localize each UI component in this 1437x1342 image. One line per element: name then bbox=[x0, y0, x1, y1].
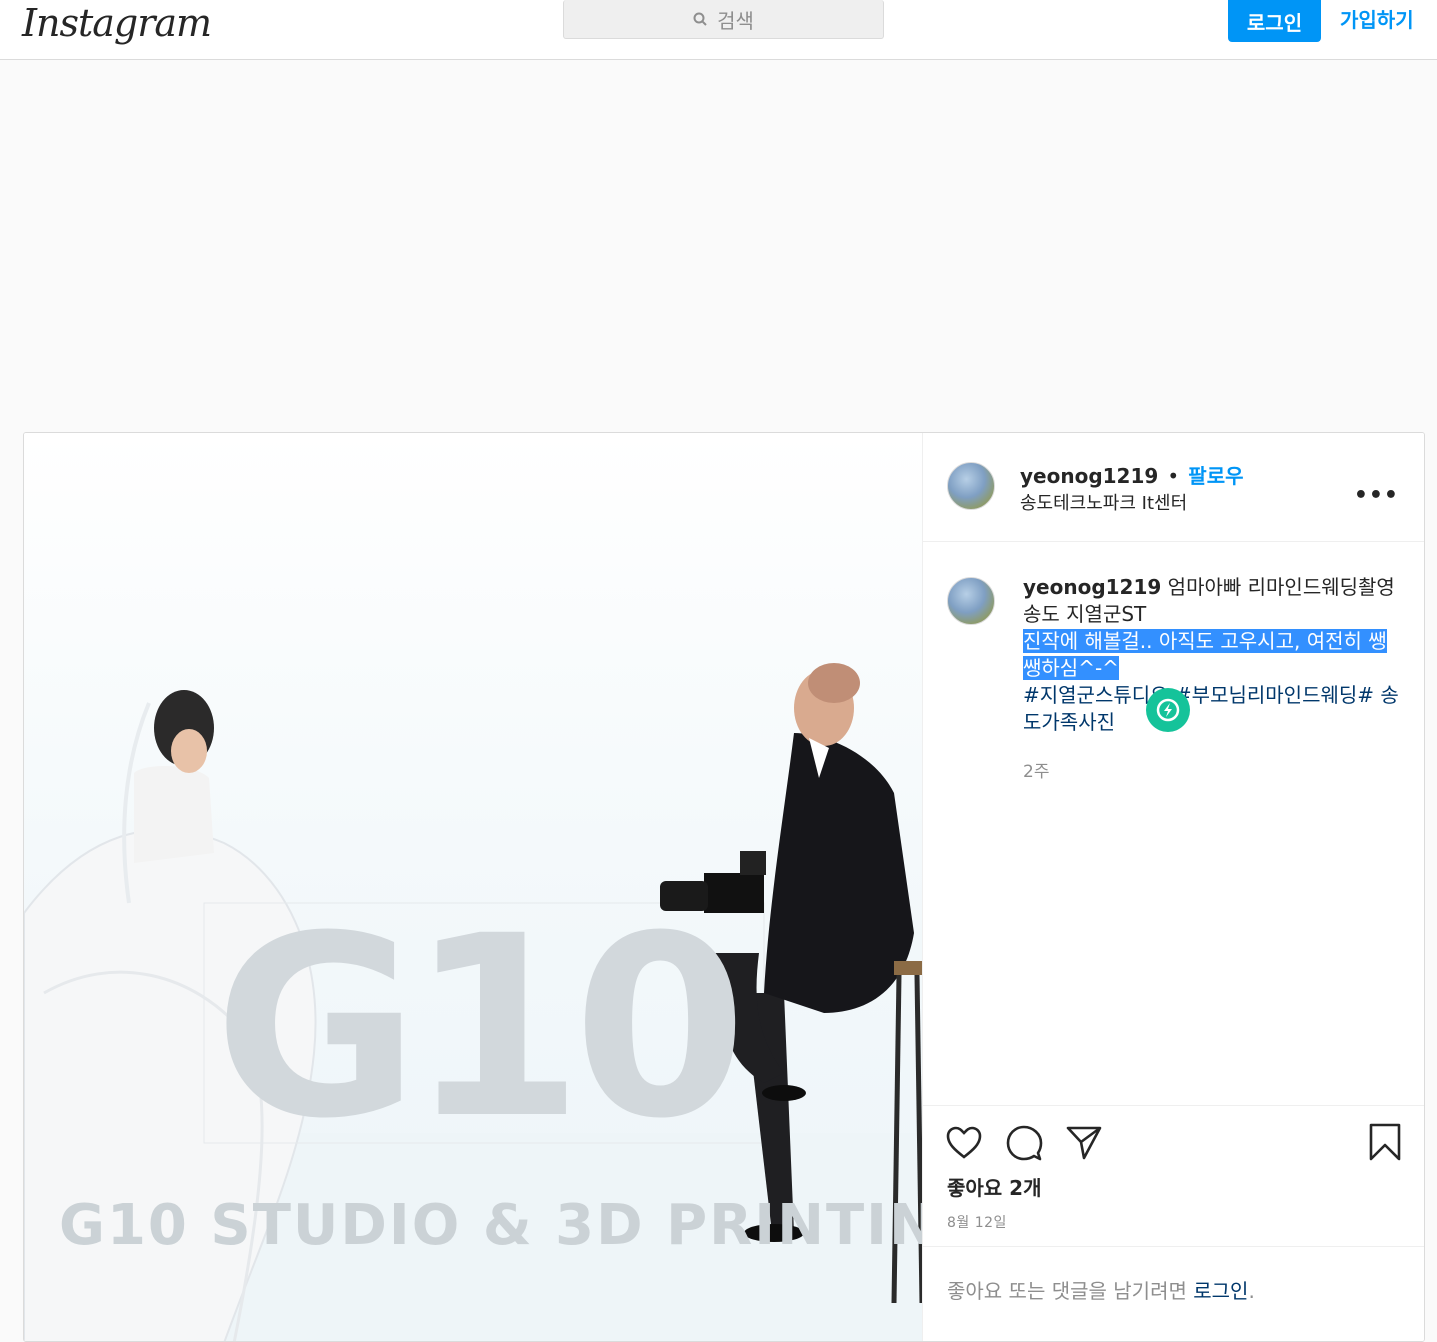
login-button[interactable]: 로그인 bbox=[1228, 0, 1321, 42]
comment-prompt-end: . bbox=[1248, 1279, 1255, 1303]
post-header: yeonog1219 • 팔로우 송도테크노파크 It센터 ••• bbox=[923, 433, 1424, 542]
share-icon[interactable] bbox=[1065, 1124, 1103, 1162]
post-sidebar: yeonog1219 • 팔로우 송도테크노파크 It센터 ••• yeonog… bbox=[922, 433, 1424, 1341]
action-bar: 좋아요 2개 8월 12일 bbox=[923, 1105, 1424, 1247]
username-link[interactable]: yeonog1219 bbox=[1020, 464, 1158, 488]
instagram-logo[interactable]: Instagram bbox=[22, 0, 212, 48]
heart-icon[interactable] bbox=[945, 1124, 983, 1162]
post-card: G10 G10 STUDIO & 3D PRINTING yeonog1219 … bbox=[23, 432, 1425, 1342]
signup-link[interactable]: 가입하기 bbox=[1340, 4, 1414, 36]
caption-hashtags[interactable]: #지열군스튜디오 #부모님리마인드웨딩# 송도가족사진 bbox=[1023, 683, 1399, 734]
caption: yeonog1219 엄마아빠 리마인드웨딩촬영 송도 지열군ST 진작에 해볼… bbox=[1023, 574, 1403, 736]
caption-avatar[interactable] bbox=[947, 577, 995, 625]
comment-prompt-label: 좋아요 또는 댓글을 남기려면 bbox=[947, 1279, 1187, 1303]
search-input[interactable]: 검색 bbox=[563, 0, 884, 39]
comment-icon[interactable] bbox=[1005, 1124, 1043, 1162]
post-date[interactable]: 8월 12일 bbox=[947, 1212, 1007, 1232]
caption-line2: 송도 지열군ST bbox=[1023, 602, 1147, 626]
likes-count[interactable]: 좋아요 2개 bbox=[947, 1172, 1041, 1201]
post-age[interactable]: 2주 bbox=[1023, 757, 1049, 782]
top-nav: Instagram 검색 로그인 가입하기 bbox=[0, 0, 1437, 60]
comment-prompt-text: 좋아요 또는 댓글을 남기려면 로그인. bbox=[947, 1275, 1255, 1304]
bookmark-icon[interactable] bbox=[1367, 1122, 1403, 1162]
avatar[interactable] bbox=[947, 462, 995, 510]
location-link[interactable]: 송도테크노파크 It센터 bbox=[1020, 489, 1187, 515]
caption-area: yeonog1219 엄마아빠 리마인드웨딩촬영 송도 지열군ST 진작에 해볼… bbox=[923, 542, 1424, 1105]
more-icon[interactable]: ••• bbox=[1354, 483, 1399, 508]
post-photo[interactable]: G10 G10 STUDIO & 3D PRINTING bbox=[24, 433, 922, 1341]
caption-highlighted-text: 진작에 해볼걸.. 아직도 고우시고, 여전히 쌩쌩하심^-^ bbox=[1023, 629, 1387, 680]
header-user-row: yeonog1219 • 팔로우 bbox=[1020, 460, 1244, 489]
comment-login-link[interactable]: 로그인 bbox=[1193, 1279, 1248, 1303]
search-placeholder: 검색 bbox=[717, 8, 754, 33]
grammar-check-icon[interactable] bbox=[1146, 688, 1190, 732]
caption-line1: 엄마아빠 리마인드웨딩촬영 bbox=[1167, 575, 1395, 599]
search-icon bbox=[693, 12, 707, 26]
caption-username[interactable]: yeonog1219 bbox=[1023, 575, 1161, 599]
separator-dot: • bbox=[1167, 464, 1180, 488]
watermark-logo: G10 bbox=[214, 882, 747, 1173]
watermark-text: G10 STUDIO & 3D PRINTING bbox=[59, 1193, 922, 1258]
follow-button[interactable]: 팔로우 bbox=[1188, 464, 1243, 488]
